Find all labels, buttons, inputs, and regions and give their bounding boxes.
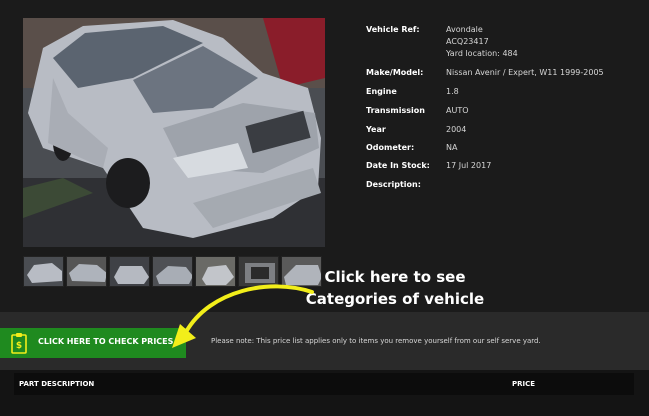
- detail-value: Avondale: [446, 25, 483, 34]
- detail-value: 1.8: [446, 87, 459, 96]
- check-prices-button[interactable]: $ CLICK HERE TO CHECK PRICES: [0, 328, 186, 358]
- annotation-line-1: Click here to see: [324, 268, 466, 286]
- detail-value: 17 Jul 2017: [446, 161, 492, 170]
- detail-label: Engine: [366, 87, 397, 96]
- check-prices-label: CLICK HERE TO CHECK PRICES: [38, 337, 174, 346]
- column-price: PRICE: [512, 380, 536, 388]
- detail-label: Date In Stock:: [366, 161, 430, 170]
- detail-label: Year: [366, 125, 386, 134]
- thumbnail-strip: [23, 256, 325, 287]
- thumbnail[interactable]: [109, 256, 150, 287]
- svg-text:$: $: [16, 341, 22, 351]
- annotation-line-2: Categories of vehicle: [305, 290, 485, 308]
- detail-value: AUTO: [446, 106, 469, 115]
- detail-value: 2004: [446, 125, 467, 134]
- detail-value: Yard location: 484: [446, 49, 518, 58]
- price-table-header: PART DESCRIPTION PRICE: [14, 373, 634, 395]
- annotation-callout: Click here to see Categories of vehicle: [300, 266, 490, 310]
- detail-label: Vehicle Ref:: [366, 25, 420, 34]
- thumbnail[interactable]: [23, 256, 64, 287]
- detail-label: Transmission: [366, 106, 425, 115]
- detail-label: Description:: [366, 180, 421, 189]
- detail-value: Nissan Avenir / Expert, W11 1999-2005: [446, 68, 604, 77]
- vehicle-main-photo[interactable]: [23, 18, 325, 247]
- page: Vehicle Ref: Avondale ACQ23417 Yard loca…: [0, 0, 649, 416]
- thumbnail[interactable]: [66, 256, 107, 287]
- detail-label: Make/Model:: [366, 68, 424, 77]
- thumbnail[interactable]: [238, 256, 279, 287]
- column-part-description: PART DESCRIPTION: [19, 380, 95, 388]
- detail-value: ACQ23417: [446, 37, 489, 46]
- detail-value: NA: [446, 143, 458, 152]
- thumbnail[interactable]: [195, 256, 236, 287]
- price-list-icon: $: [9, 332, 29, 354]
- thumbnail[interactable]: [152, 256, 193, 287]
- detail-label: Odometer:: [366, 143, 415, 152]
- price-note: Please note: This price list applies onl…: [211, 337, 541, 345]
